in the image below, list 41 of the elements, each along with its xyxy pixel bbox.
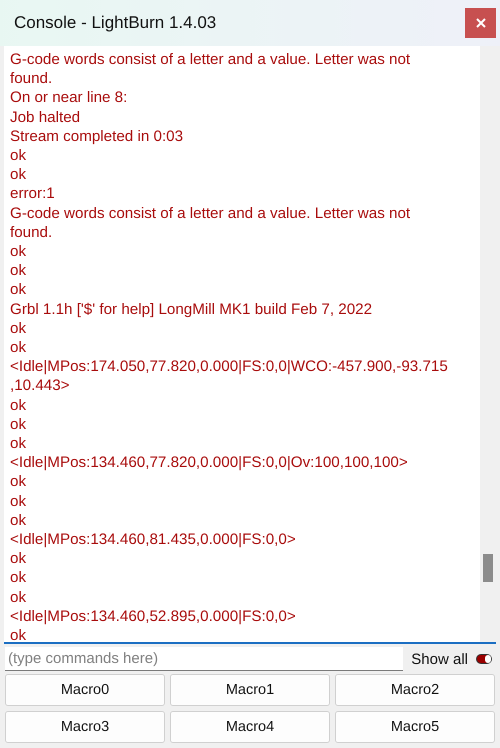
console-line: ok bbox=[10, 549, 28, 568]
console-line: ok bbox=[10, 472, 28, 492]
console-line: ok bbox=[10, 510, 28, 530]
macro-button[interactable]: Macro0 bbox=[5, 674, 165, 706]
show-all-toggle[interactable] bbox=[476, 654, 492, 664]
console-line: ok bbox=[10, 318, 28, 338]
console-line: ok bbox=[10, 568, 28, 588]
scrollbar[interactable] bbox=[480, 46, 496, 642]
command-input[interactable]: (type commands here) bbox=[5, 647, 404, 671]
macro-button[interactable]: Macro1 bbox=[170, 674, 330, 706]
console-line: error:1 bbox=[10, 184, 56, 204]
console-line: ok bbox=[10, 242, 28, 262]
console-line: ok bbox=[10, 146, 28, 166]
show-all-label: Show all bbox=[411, 650, 468, 668]
console-line: <Idle|MPos:134.460,81.435,0.000|FS:0,0> bbox=[10, 530, 297, 550]
macro-button[interactable]: Macro3 bbox=[5, 711, 165, 743]
console-line: ok bbox=[10, 280, 28, 300]
console-line: ok bbox=[10, 588, 28, 607]
console-line: ok bbox=[10, 492, 28, 511]
close-button[interactable] bbox=[465, 8, 496, 38]
macro-button[interactable]: Macro2 bbox=[335, 674, 495, 706]
macro-button[interactable]: Macro5 bbox=[335, 711, 495, 743]
console-line: G-code words consist of a letter and a value. Letter was not found. bbox=[10, 50, 412, 88]
macro-button[interactable]: Macro4 bbox=[170, 711, 330, 743]
console-line: Grbl 1.1h ['$' for help] LongMill MK1 build Feb 7, 2022 bbox=[10, 300, 374, 319]
console-line: ok bbox=[10, 434, 28, 454]
console-line: G-code words consist of a letter and a value. Letter was not found. bbox=[10, 204, 412, 242]
console-line: Stream completed in 0:03 bbox=[10, 126, 184, 146]
console-line: ok bbox=[10, 626, 28, 642]
scrollbar-thumb[interactable] bbox=[483, 554, 493, 582]
console-line: ok bbox=[10, 414, 28, 434]
console-line: <Idle|MPos:134.460,52.895,0.000|FS:0,0> bbox=[10, 606, 297, 626]
console-line: ok bbox=[10, 261, 28, 280]
window-title: Console - LightBurn 1.4.03 bbox=[14, 13, 216, 33]
console-line: Job halted bbox=[10, 108, 82, 127]
close-icon bbox=[476, 18, 486, 28]
console-line: ok bbox=[10, 338, 28, 358]
console-line: <Idle|MPos:134.460,77.820,0.000|FS:0,0|Ov:100,100,100> bbox=[10, 453, 409, 472]
console-line: On or near line 8: bbox=[10, 88, 128, 108]
console-line: ok bbox=[10, 165, 28, 184]
console-line: ok bbox=[10, 396, 28, 415]
